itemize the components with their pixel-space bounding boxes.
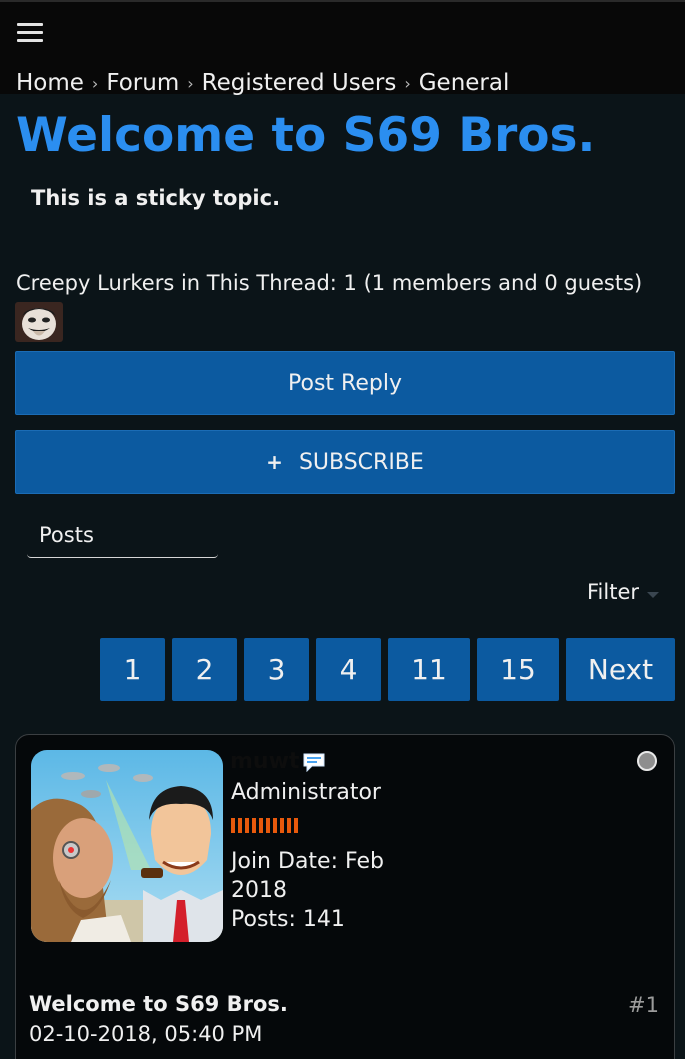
breadcrumb-registered-users[interactable]: Registered Users — [202, 70, 397, 96]
chevron-down-icon — [647, 592, 659, 598]
reputation-segment — [245, 818, 249, 833]
lurkers-info: Creepy Lurkers in This Thread: 1 (1 memb… — [16, 271, 643, 295]
join-date-label: Join Date: — [231, 849, 338, 874]
breadcrumb-separator: › — [187, 73, 194, 93]
top-bar: Home › Forum › Registered Users › Genera… — [0, 0, 685, 96]
reputation-segment — [238, 818, 242, 833]
tab-posts[interactable]: Posts — [27, 520, 218, 558]
breadcrumb: Home › Forum › Registered Users › Genera… — [16, 68, 509, 98]
user-avatar[interactable] — [31, 750, 223, 942]
breadcrumb-forum[interactable]: Forum — [106, 70, 179, 96]
post-number-link[interactable]: #1 — [628, 993, 659, 1017]
breadcrumb-home[interactable]: Home — [16, 70, 84, 96]
filter-label: Filter — [586, 580, 639, 604]
user-role: Administrator — [231, 780, 381, 805]
subscribe-label: SUBSCRIBE — [298, 449, 424, 475]
reputation-segment — [280, 818, 284, 833]
posts-count-value: 141 — [302, 907, 345, 932]
reputation-segment — [266, 818, 270, 833]
page-1-button[interactable]: 1 — [100, 638, 165, 701]
page-15-button[interactable]: 15 — [477, 638, 559, 701]
user-meta: Join Date: Feb 2018 Posts: 141 — [231, 847, 421, 934]
page-title: Welcome to S69 Bros. — [16, 108, 596, 163]
page-3-button[interactable]: 3 — [244, 638, 309, 701]
reputation-segment — [259, 818, 263, 833]
subscribe-button[interactable]: + SUBSCRIBE — [15, 430, 675, 494]
offline-status-icon — [637, 751, 657, 771]
sticky-note: This is a sticky topic. — [31, 186, 281, 210]
posts-count-label: Posts: — [231, 907, 296, 932]
reputation-segment — [252, 818, 256, 833]
reputation-bar — [231, 818, 298, 833]
breadcrumb-general[interactable]: General — [419, 70, 510, 96]
post-username[interactable]: muwt — [230, 749, 299, 774]
reputation-segment — [231, 818, 235, 833]
reputation-segment — [273, 818, 277, 833]
hamburger-menu-icon[interactable] — [17, 23, 43, 43]
page-2-button[interactable]: 2 — [172, 638, 237, 701]
post-title: Welcome to S69 Bros. — [29, 992, 288, 1016]
breadcrumb-separator: › — [404, 73, 411, 93]
page-11-button[interactable]: 11 — [388, 638, 470, 701]
next-page-button[interactable]: Next — [566, 638, 675, 701]
reputation-segment — [287, 818, 291, 833]
page-4-button[interactable]: 4 — [316, 638, 381, 701]
breadcrumb-separator: › — [91, 73, 99, 93]
filter-dropdown[interactable]: Filter — [587, 580, 659, 604]
lurker-avatar[interactable] — [15, 302, 63, 342]
post-date: 02-10-2018, 05:40 PM — [29, 1022, 263, 1046]
post-reply-button[interactable]: Post Reply — [15, 351, 675, 415]
reputation-segment — [294, 818, 298, 833]
plus-icon: + — [266, 450, 283, 474]
chat-bubble-icon[interactable] — [302, 752, 326, 773]
